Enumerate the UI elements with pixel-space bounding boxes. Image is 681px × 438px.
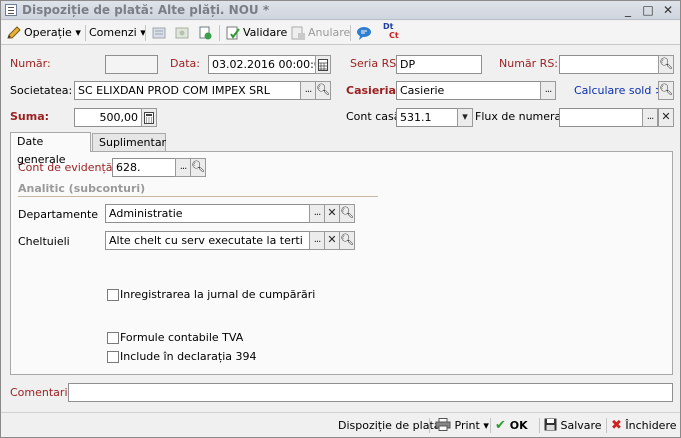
flux-label: Flux de numerar: — [475, 110, 570, 123]
inchidere-button[interactable]: ✖ Închidere — [611, 417, 677, 435]
jurnal-checkbox-label[interactable]: Inregistrarea la jurnal de cumpărări — [120, 287, 315, 303]
floppy-disk-icon — [544, 418, 557, 431]
casieria-search-button[interactable]: 🔍︎ — [658, 81, 674, 100]
image-icon[interactable] — [174, 25, 190, 41]
departamente-field[interactable]: Administratie — [105, 204, 310, 223]
calculator-icon — [144, 112, 154, 124]
search-icon: 🔍︎ — [316, 83, 330, 96]
cont-evidenta-browse-button[interactable]: ... — [175, 158, 191, 177]
close-icon: ✕ — [327, 233, 337, 246]
search-icon: 🔍︎ — [340, 233, 354, 246]
dtct-button[interactable]: Dt Ct — [383, 22, 399, 40]
close-icon: ✖ — [611, 418, 622, 433]
cont-casa-dropdown-button[interactable]: ▾ — [457, 108, 473, 127]
print-button[interactable]: Print ▾ — [435, 417, 489, 435]
checkmark-icon: ✔ — [495, 418, 506, 433]
declaratie-394-checkbox-label[interactable]: Include în declarația 394 — [120, 349, 257, 365]
numar-rs-search-button[interactable]: 🔍︎ — [658, 55, 674, 74]
minimize-button[interactable]: _ — [620, 2, 636, 18]
numar-label: Număr: — [10, 57, 51, 70]
flux-browse-button[interactable]: ... — [642, 108, 658, 127]
close-button[interactable]: ✕ — [660, 2, 676, 18]
cheltuieli-field[interactable]: Alte chelt cu serv executate la terti — [105, 231, 310, 250]
tva-checkbox-label[interactable]: Formule contabile TVA — [120, 330, 243, 346]
search-icon: 🔍︎ — [340, 206, 354, 219]
search-icon: 🔍︎ — [659, 57, 673, 70]
flux-clear-button[interactable]: ✕ — [658, 108, 674, 127]
pencil-icon — [7, 26, 21, 39]
calendar-button[interactable] — [315, 55, 331, 74]
departamente-label: Departamente — [18, 208, 99, 221]
seria-rs-field[interactable]: DP — [396, 55, 482, 74]
casieria-label: Casieria: — [346, 84, 401, 97]
casieria-browse-button[interactable]: ... — [540, 81, 556, 100]
anulare-button[interactable]: Anulare — [308, 24, 350, 42]
chevron-down-icon: ▾ — [462, 110, 468, 123]
document-icon — [5, 4, 17, 16]
suma-label: Suma: — [10, 110, 50, 123]
cheltuieli-browse-button[interactable]: ... — [309, 231, 325, 250]
calculator-button[interactable] — [141, 108, 157, 127]
tab-date-generale[interactable]: Date generale — [10, 132, 91, 166]
societatea-search-button[interactable]: 🔍︎ — [315, 81, 331, 100]
analitic-section-heading: Analitic (subconturi) — [18, 182, 378, 197]
societatea-browse-button[interactable]: ... — [300, 81, 316, 100]
flux-field[interactable] — [559, 108, 643, 127]
maximize-button[interactable]: □ — [640, 2, 656, 18]
close-icon: ✕ — [661, 110, 671, 123]
search-icon: 🔍︎ — [659, 83, 673, 96]
suma-field[interactable]: 500,00 — [74, 108, 142, 127]
casieria-field[interactable]: Casierie — [396, 81, 541, 100]
seria-rs-label: Seria RS: — [350, 57, 400, 70]
bottom-bar: Dispoziție de plata Print ▾ ✔ OK Salvare — [1, 412, 680, 437]
list-icon[interactable] — [151, 25, 167, 41]
cheltuieli-clear-button[interactable]: ✕ — [324, 231, 340, 250]
data-label: Data: — [170, 57, 200, 70]
printer-icon — [435, 418, 451, 431]
operatie-menu[interactable]: Operație ▾ — [24, 24, 81, 42]
calendar-icon — [318, 59, 328, 71]
numar-rs-field[interactable] — [559, 55, 659, 74]
title-bar[interactable]: Dispoziție de plată: Alte plăți. NOU * _… — [1, 1, 680, 20]
search-icon: 🔍︎ — [191, 160, 205, 173]
numar-field[interactable] — [105, 55, 158, 74]
chevron-down-icon: ▾ — [75, 26, 81, 39]
salvare-button[interactable]: Salvare — [544, 417, 602, 435]
tva-checkbox[interactable] — [107, 332, 119, 344]
societatea-label: Societatea: — [10, 84, 73, 97]
validate-icon — [226, 26, 240, 40]
numar-rs-label: Număr RS: — [499, 57, 559, 70]
close-icon: ✕ — [327, 206, 337, 219]
copy-icon[interactable] — [197, 25, 213, 41]
tab-suplimentar[interactable]: Suplimentar — [92, 133, 166, 152]
comenzi-menu[interactable]: Comenzi ▾ — [89, 24, 146, 42]
toolbar: Operație ▾ Comenzi ▾ Validare Anulare Dt… — [1, 21, 680, 45]
departamente-browse-button[interactable]: ... — [309, 204, 325, 223]
comment-icon[interactable] — [356, 25, 372, 41]
departamente-search-button[interactable]: 🔍︎ — [339, 204, 355, 223]
cont-evidenta-search-button[interactable]: 🔍︎ — [190, 158, 206, 177]
cheltuieli-label: Cheltuieli — [18, 235, 70, 248]
cont-evidenta-field[interactable]: 628. — [112, 158, 176, 177]
dispozitie-button[interactable]: Dispoziție de plata — [338, 417, 441, 435]
declaratie-394-checkbox[interactable] — [107, 351, 119, 363]
window-title: Dispoziție de plată: Alte plăți. NOU * — [22, 3, 270, 17]
comentariu-field[interactable] — [68, 383, 673, 402]
payment-order-window: Dispoziție de plată: Alte plăți. NOU * _… — [0, 0, 681, 438]
cheltuieli-search-button[interactable]: 🔍︎ — [339, 231, 355, 250]
cont-casa-field[interactable]: 531.1 — [396, 108, 458, 127]
cancel-doc-icon — [291, 26, 305, 40]
validare-button[interactable]: Validare — [243, 24, 287, 42]
societatea-field[interactable]: SC ELIXDAN PROD COM IMPEX SRL — [74, 81, 301, 100]
jurnal-checkbox[interactable] — [107, 289, 119, 301]
ok-button[interactable]: ✔ OK — [495, 417, 528, 435]
departamente-clear-button[interactable]: ✕ — [324, 204, 340, 223]
chevron-down-icon: ▾ — [483, 419, 489, 432]
data-field[interactable]: 03.02.2016 00:00:00 — [208, 55, 316, 74]
